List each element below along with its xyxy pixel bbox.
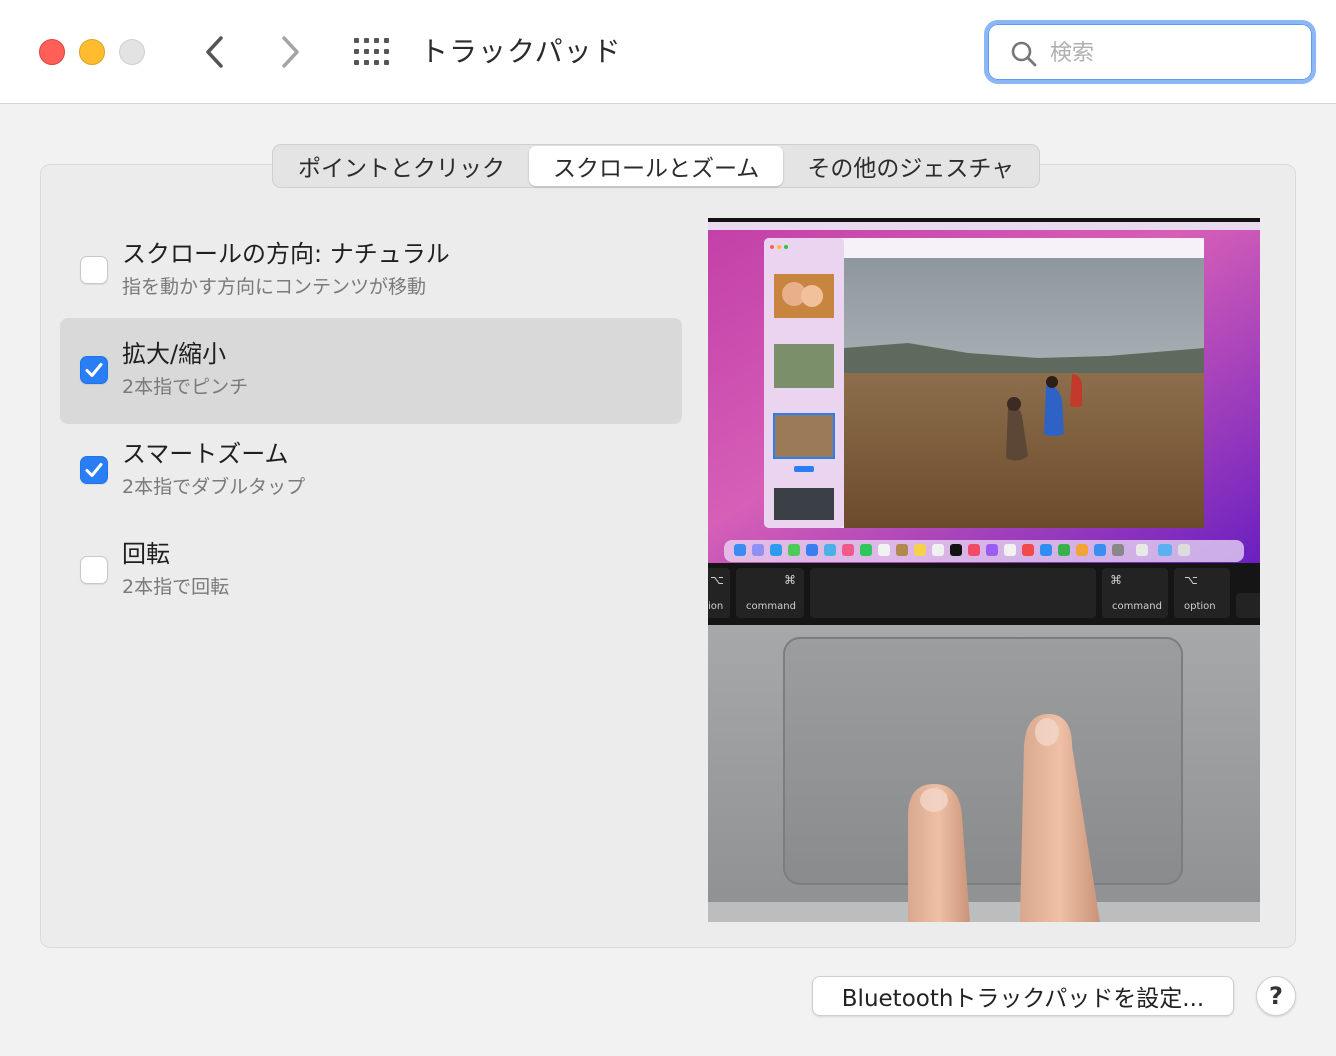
checkbox-zoom-in-out[interactable] [80, 356, 108, 384]
key-command-symbol-right: ⌘ [1110, 573, 1122, 587]
grid-icon [354, 38, 389, 65]
option-subtitle: 2本指で回転 [122, 576, 230, 598]
tab-scroll-and-zoom[interactable]: スクロールとズーム [529, 146, 784, 186]
close-window-button[interactable] [39, 39, 65, 65]
setup-bluetooth-trackpad-button[interactable]: Bluetoothトラックパッドを設定... [812, 976, 1234, 1016]
help-button[interactable]: ? [1256, 976, 1296, 1016]
key-command-right: command [1112, 601, 1162, 612]
key-option-symbol-right: ⌥ [1184, 573, 1198, 587]
option-subtitle: 2本指でピンチ [122, 376, 249, 398]
key-label-partial: ion [708, 601, 723, 612]
search-field[interactable] [984, 20, 1316, 84]
key-command-left: command [746, 601, 796, 612]
key-option-symbol-left: ⌥ [710, 573, 724, 587]
gesture-preview-video: ⌥ ion ⌘ command ⌘ command ⌥ option [708, 218, 1260, 922]
chevron-left-icon [206, 36, 223, 68]
window-title: トラックパッド [420, 35, 622, 68]
checkbox-scroll-direction[interactable] [80, 256, 108, 284]
minimize-window-button[interactable] [79, 39, 105, 65]
option-title: スマートズーム [122, 440, 289, 468]
zoom-window-button[interactable] [119, 39, 145, 65]
option-rotate[interactable]: 回転 2本指で回転 [60, 518, 682, 624]
tab-bar: ポイントとクリック スクロールとズーム その他のジェスチャ [272, 144, 1041, 188]
option-scroll-direction[interactable]: スクロールの方向: ナチュラル 指を動かす方向にコンテンツが移動 [60, 218, 682, 324]
back-button[interactable] [195, 32, 235, 72]
checkmark-icon [85, 463, 103, 477]
checkbox-smart-zoom[interactable] [80, 456, 108, 484]
preview-illustration: ⌥ ion ⌘ command ⌘ command ⌥ option [708, 218, 1260, 922]
option-title: 回転 [122, 540, 170, 568]
option-subtitle: 2本指でダブルタップ [122, 476, 306, 498]
key-option: option [1184, 601, 1216, 612]
tab-more-gestures[interactable]: その他のジェスチャ [783, 146, 1038, 186]
chevron-right-icon [282, 36, 299, 68]
checkbox-rotate[interactable] [80, 556, 108, 584]
show-all-button[interactable] [352, 36, 392, 68]
option-subtitle: 指を動かす方向にコンテンツが移動 [122, 276, 427, 298]
forward-button[interactable] [270, 32, 310, 72]
search-icon [1011, 41, 1037, 67]
option-zoom-in-out[interactable]: 拡大/縮小 2本指でピンチ [60, 318, 682, 424]
option-title: スクロールの方向: ナチュラル [122, 240, 450, 268]
option-title: 拡大/縮小 [122, 340, 227, 368]
checkmark-icon [85, 363, 103, 377]
search-input[interactable] [1050, 36, 1290, 70]
option-smart-zoom[interactable]: スマートズーム 2本指でダブルタップ [60, 418, 682, 524]
tab-point-and-click[interactable]: ポイントとクリック [274, 146, 529, 186]
title-bar: トラックパッド [0, 0, 1336, 104]
key-command-symbol-left: ⌘ [784, 573, 796, 587]
